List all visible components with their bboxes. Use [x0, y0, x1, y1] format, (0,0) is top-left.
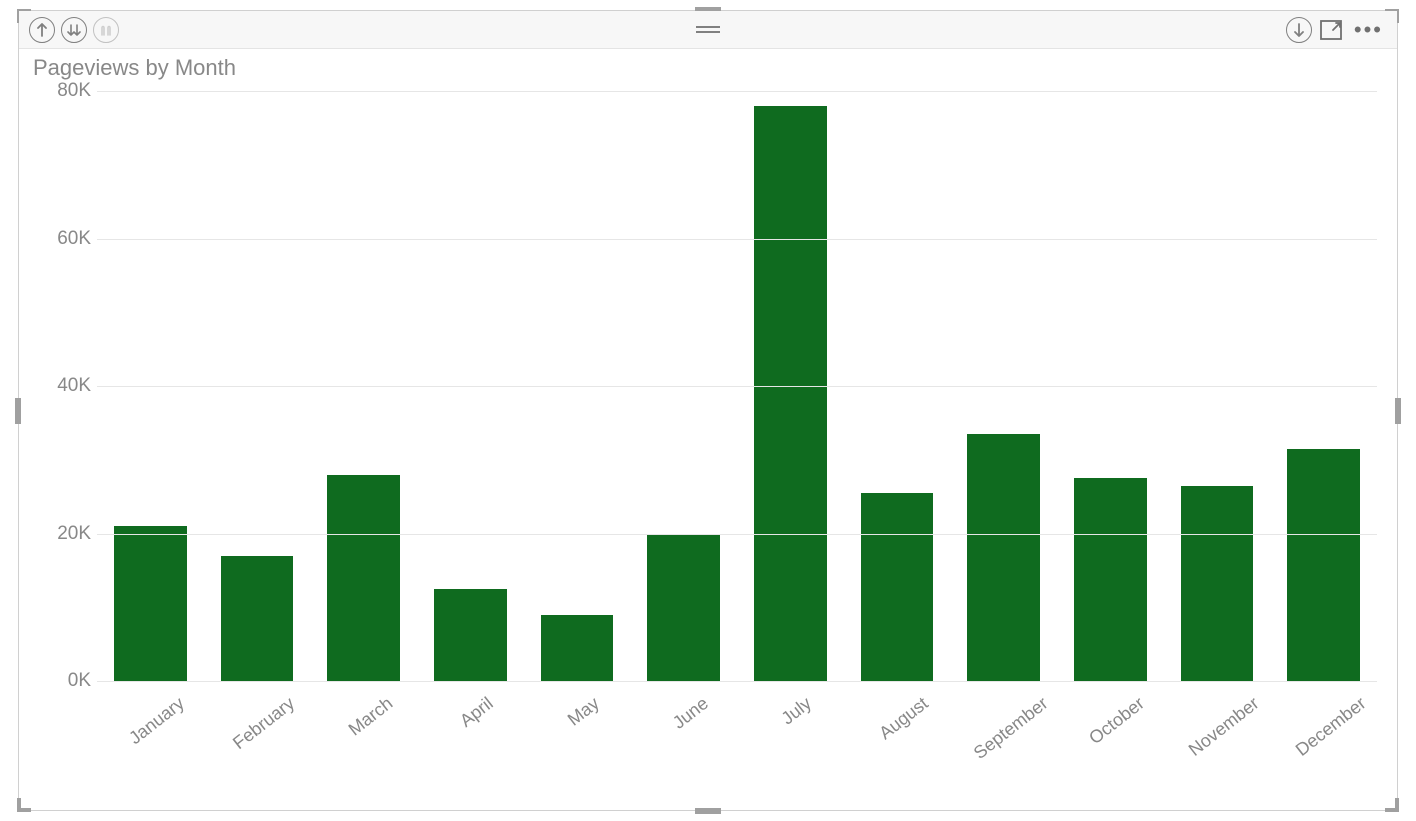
resize-handle-bottom[interactable] [695, 808, 721, 814]
bar[interactable] [647, 534, 720, 682]
bar[interactable] [221, 556, 294, 681]
x-axis-label: August [875, 693, 932, 744]
bar[interactable] [861, 493, 934, 681]
x-axis-label: September [970, 693, 1052, 764]
gridline [97, 534, 1377, 535]
resize-handle-left[interactable] [15, 398, 21, 424]
expand-level-icon[interactable] [93, 17, 119, 43]
x-axis-label: October [1086, 693, 1149, 749]
visual-toolbar: ••• [19, 11, 1397, 49]
gridline [97, 681, 1377, 682]
resize-handle-bottom-right[interactable] [1385, 798, 1399, 812]
x-axis-label: March [344, 693, 396, 740]
plot-area [97, 91, 1377, 681]
gridline [97, 91, 1377, 92]
x-axis-labels: January February March April May June July Augu… [97, 687, 1377, 775]
drill-up-icon[interactable] [29, 17, 55, 43]
x-axis-label: December [1292, 693, 1370, 761]
more-options-icon[interactable]: ••• [1350, 17, 1387, 43]
drag-grip-icon[interactable] [696, 26, 720, 34]
visual-container[interactable]: ••• Pageviews by Month January February Ma… [18, 10, 1398, 811]
bar[interactable] [114, 526, 187, 681]
y-axis-tick: 80K [35, 80, 91, 102]
bar[interactable] [967, 434, 1040, 681]
bar[interactable] [754, 106, 827, 681]
y-axis-tick: 0K [35, 670, 91, 692]
x-axis-label: May [564, 693, 604, 730]
bar[interactable] [1181, 486, 1254, 681]
gridline [97, 239, 1377, 240]
x-axis-label: April [456, 693, 497, 732]
resize-handle-right[interactable] [1395, 398, 1401, 424]
chart-title: Pageviews by Month [19, 49, 1397, 81]
x-axis-label: June [669, 693, 713, 734]
resize-handle-bottom-left[interactable] [17, 798, 31, 812]
export-data-icon[interactable] [1286, 17, 1312, 43]
bar[interactable] [541, 615, 614, 681]
y-axis-tick: 60K [35, 228, 91, 250]
chart-area: January February March April May June July Augu… [35, 85, 1381, 775]
x-axis-label: February [229, 693, 299, 754]
x-axis-label: July [778, 693, 816, 729]
bar[interactable] [1287, 449, 1360, 681]
focus-mode-icon[interactable] [1318, 17, 1344, 43]
bar[interactable] [434, 589, 507, 681]
x-axis-label: November [1185, 693, 1263, 761]
x-axis-label: January [125, 693, 188, 749]
drill-down-icon[interactable] [61, 17, 87, 43]
gridline [97, 386, 1377, 387]
y-axis-tick: 20K [35, 523, 91, 545]
y-axis-tick: 40K [35, 375, 91, 397]
bar[interactable] [1074, 478, 1147, 681]
bar[interactable] [327, 475, 400, 682]
